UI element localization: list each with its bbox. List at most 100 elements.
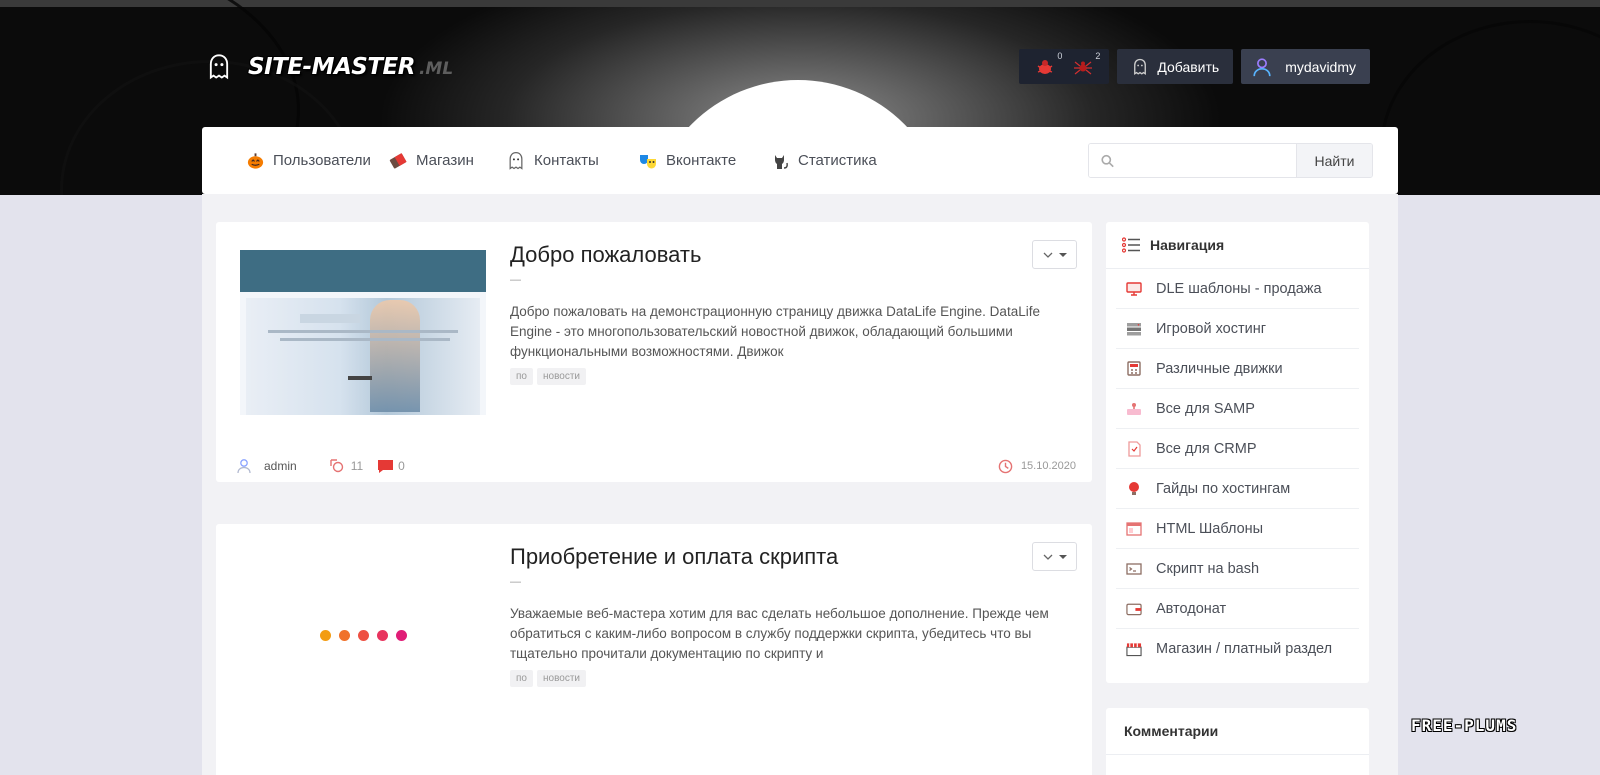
comment-icon — [378, 459, 394, 473]
post-actions-dropdown[interactable] — [1032, 542, 1077, 571]
main-nav: Пользователи Магазин Контакты Вконтакте … — [202, 127, 1398, 194]
spider-icon — [1074, 61, 1093, 74]
post-title[interactable]: Приобретение и оплата скрипта — [510, 544, 838, 570]
sidebar-item-dle-templates[interactable]: DLE шаблоны - продажа — [1116, 269, 1359, 309]
sidebar-item-autodonate[interactable]: Автодонат — [1116, 589, 1359, 629]
nav-item-vk[interactable]: Вконтакте — [638, 127, 736, 194]
post-actions-dropdown[interactable] — [1032, 240, 1077, 269]
sidebar-item-label: Гайды по хостингам — [1156, 480, 1291, 497]
terminal-icon — [1126, 561, 1142, 577]
post-subtitle: — — [510, 576, 521, 588]
sidebar-item-label: Автодонат — [1156, 600, 1227, 617]
post-card: Приобретение и оплата скрипта — Уважаемы… — [216, 524, 1092, 775]
clock-icon — [998, 459, 1013, 473]
search-input[interactable] — [1114, 152, 1296, 169]
sidebar-nav-title: Навигация — [1150, 237, 1225, 253]
nav-item-label: Контакты — [534, 152, 599, 169]
sidebar-nav-header: Навигация — [1106, 222, 1369, 269]
nav-item-users[interactable]: Пользователи — [246, 127, 371, 194]
sidebar-item-label: Магазин / платный раздел — [1156, 641, 1333, 657]
ghost-icon — [1134, 58, 1147, 75]
watermark: FREE-PLUMS — [1411, 716, 1518, 735]
wallet-icon — [1126, 601, 1142, 617]
chevron-down-icon — [1043, 252, 1052, 258]
sidebar-item-label: DLE шаблоны - продажа — [1156, 280, 1322, 297]
sidebar-item-game-hosting[interactable]: Игровой хостинг — [1116, 309, 1359, 349]
header-actions: 0 2 Добавить mydavidmy — [1019, 49, 1370, 84]
post-description: Уважаемые веб-мастера хотим для вас сдел… — [510, 606, 1049, 661]
post-author[interactable]: admin — [264, 459, 297, 473]
add-button-label: Добавить — [1157, 58, 1220, 75]
tag[interactable]: новости — [536, 368, 586, 385]
tag[interactable]: новости — [536, 670, 586, 687]
post-views: 11 — [350, 459, 364, 473]
sidebar-item-label: Игровой хостинг — [1156, 320, 1267, 337]
sidebar-item-label: Скрипт на bash — [1156, 560, 1260, 577]
sidebar-item-label: Все для CRMP — [1156, 440, 1257, 457]
username: mydavidmy — [1285, 58, 1356, 75]
sidebar-item-engines[interactable]: Различные движки — [1116, 349, 1359, 389]
caret-down-icon — [1058, 252, 1067, 257]
tag[interactable]: по — [510, 368, 533, 385]
loading-spinner — [320, 630, 407, 641]
pumpkin-icon — [247, 153, 264, 169]
nav-item-stats[interactable]: Статистика — [770, 127, 877, 194]
sidebar-item-html-templates[interactable]: HTML Шаблоны — [1116, 509, 1359, 549]
masks-icon — [640, 154, 656, 168]
notification-spider[interactable]: 2 — [1073, 51, 1100, 77]
sidebar-item-bash-script[interactable]: Скрипт на bash — [1116, 549, 1359, 589]
lightbulb-icon — [1126, 481, 1142, 497]
tag[interactable]: по — [510, 670, 533, 687]
add-button[interactable]: Добавить — [1117, 49, 1234, 84]
user-icon — [237, 459, 251, 474]
post-tags: по новости — [510, 368, 586, 385]
chevron-down-icon — [1043, 554, 1052, 560]
nav-item-label: Пользователи — [273, 152, 371, 169]
sidebar-navigation: Навигация DLE шаблоны - продажа Игровой … — [1106, 222, 1369, 683]
search-field-wrap — [1089, 144, 1296, 177]
post-title[interactable]: Добро пожаловать — [510, 242, 701, 268]
sidebar-item-hosting-guides[interactable]: Гайды по хостингам — [1116, 469, 1359, 509]
shop-icon — [1126, 641, 1142, 657]
user-menu-button[interactable]: mydavidmy — [1241, 49, 1370, 84]
post-thumbnail[interactable] — [240, 250, 486, 415]
main-content: Добро пожаловать — Добро пожаловать на д… — [202, 194, 1398, 775]
sidebar-item-label: Различные движки — [1156, 360, 1283, 377]
calculator-icon — [1126, 361, 1142, 377]
user-icon — [1253, 57, 1271, 76]
cat-icon — [775, 154, 788, 169]
logo-text: SITE-MASTER — [248, 54, 415, 80]
nav-item-label: Магазин — [416, 152, 474, 169]
notifications-panel: 0 2 — [1019, 49, 1110, 84]
sidebar-item-label: HTML Шаблоны — [1156, 520, 1264, 537]
post-date: 15.10.2020 — [1020, 460, 1076, 472]
post-subtitle: — — [510, 274, 521, 286]
sidebar-item-crmp[interactable]: Все для CRMP — [1116, 429, 1359, 469]
server-icon — [1126, 321, 1142, 337]
search-button[interactable]: Найти — [1296, 144, 1372, 177]
sidebar-item-label: Все для SAMP — [1156, 400, 1255, 417]
browser-icon — [1126, 521, 1142, 537]
search-form: Найти — [1088, 143, 1373, 178]
nav-item-contacts[interactable]: Контакты — [506, 127, 599, 194]
post-comments: 0 — [398, 459, 405, 473]
site-logo[interactable]: SITE-MASTER .ML — [204, 52, 453, 82]
nav-item-label: Вконтакте — [666, 152, 737, 169]
post-description: Добро пожаловать на демонстрационную стр… — [510, 304, 1040, 359]
document-icon — [1126, 440, 1142, 457]
sidebar-item-shop[interactable]: Магазин / платный раздел — [1116, 629, 1359, 669]
sidebar-comments-header: Комментарии — [1106, 708, 1369, 755]
notification-count: 2 — [1095, 50, 1101, 61]
notification-bug[interactable]: 0 — [1035, 51, 1062, 77]
search-icon — [1101, 154, 1114, 167]
post-tags: по новости — [510, 670, 586, 687]
caret-down-icon — [1058, 554, 1067, 559]
ghost-icon — [204, 52, 234, 82]
nav-item-shop[interactable]: Магазин — [388, 127, 474, 194]
monitor-icon — [1126, 281, 1142, 297]
sidebar-item-samp[interactable]: Все для SAMP — [1116, 389, 1359, 429]
logo-domain: .ML — [418, 59, 454, 79]
notification-count: 0 — [1057, 50, 1063, 61]
sidebar-comments: Комментарии — [1106, 708, 1369, 775]
list-icon — [1122, 237, 1140, 253]
